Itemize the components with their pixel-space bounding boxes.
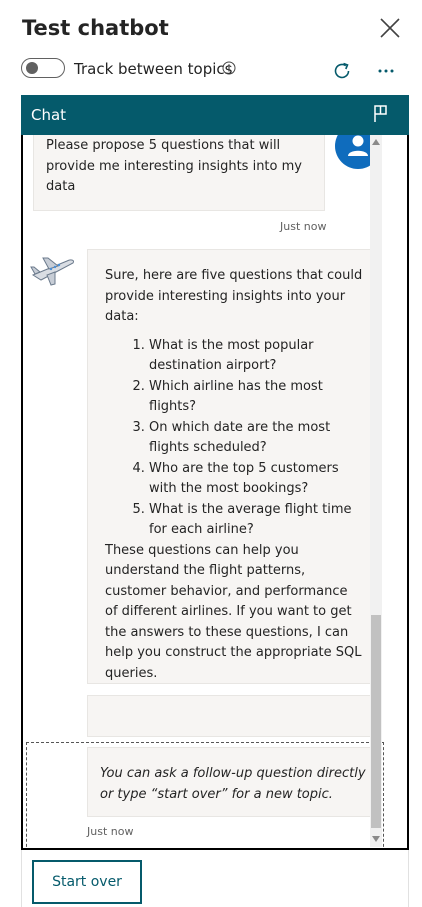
flag-icon[interactable] (371, 104, 391, 124)
chat-header: Chat (21, 95, 409, 135)
scroll-up-icon[interactable] (372, 139, 380, 145)
info-icon[interactable] (222, 61, 236, 75)
chat-transcript[interactable]: Please propose 5 questions that will pro… (23, 135, 407, 848)
panel-title: Test chatbot (22, 16, 169, 40)
close-icon[interactable] (378, 16, 402, 40)
user-message: Please propose 5 questions that will pro… (33, 135, 325, 211)
bot-outro: These questions can help you understand … (105, 542, 362, 681)
user-message-timestamp: Just now (280, 220, 327, 233)
list-item: On which date are the most flights sched… (149, 418, 363, 459)
chat-header-label: Chat (31, 106, 67, 124)
airplane-icon (30, 257, 74, 286)
bot-question-list: What is the most popular destination air… (105, 336, 363, 541)
toggle-label: Track between topics (74, 60, 233, 78)
more-options-icon[interactable] (375, 60, 397, 82)
start-over-button[interactable]: Start over (32, 860, 142, 904)
scroll-down-icon[interactable] (372, 836, 380, 842)
list-item: What is the most popular destination air… (149, 336, 363, 377)
scrollbar-thumb[interactable] (371, 615, 381, 828)
track-topics-toggle[interactable] (21, 58, 65, 78)
follow-up-message: You can ask a follow-up question directl… (87, 747, 380, 817)
list-item: Which airline has the most flights? (149, 377, 363, 418)
empty-message-card (87, 695, 380, 737)
list-item: What is the average flight time for each… (149, 500, 363, 541)
bot-intro: Sure, here are five questions that could… (105, 268, 363, 324)
refresh-icon[interactable] (331, 60, 353, 82)
list-item: Who are the top 5 customers with the mos… (149, 459, 363, 500)
follow-up-timestamp: Just now (87, 825, 134, 838)
toggle-knob (26, 62, 38, 74)
bot-message: Sure, here are five questions that could… (87, 249, 380, 684)
chat-scrollbar[interactable] (370, 135, 382, 847)
